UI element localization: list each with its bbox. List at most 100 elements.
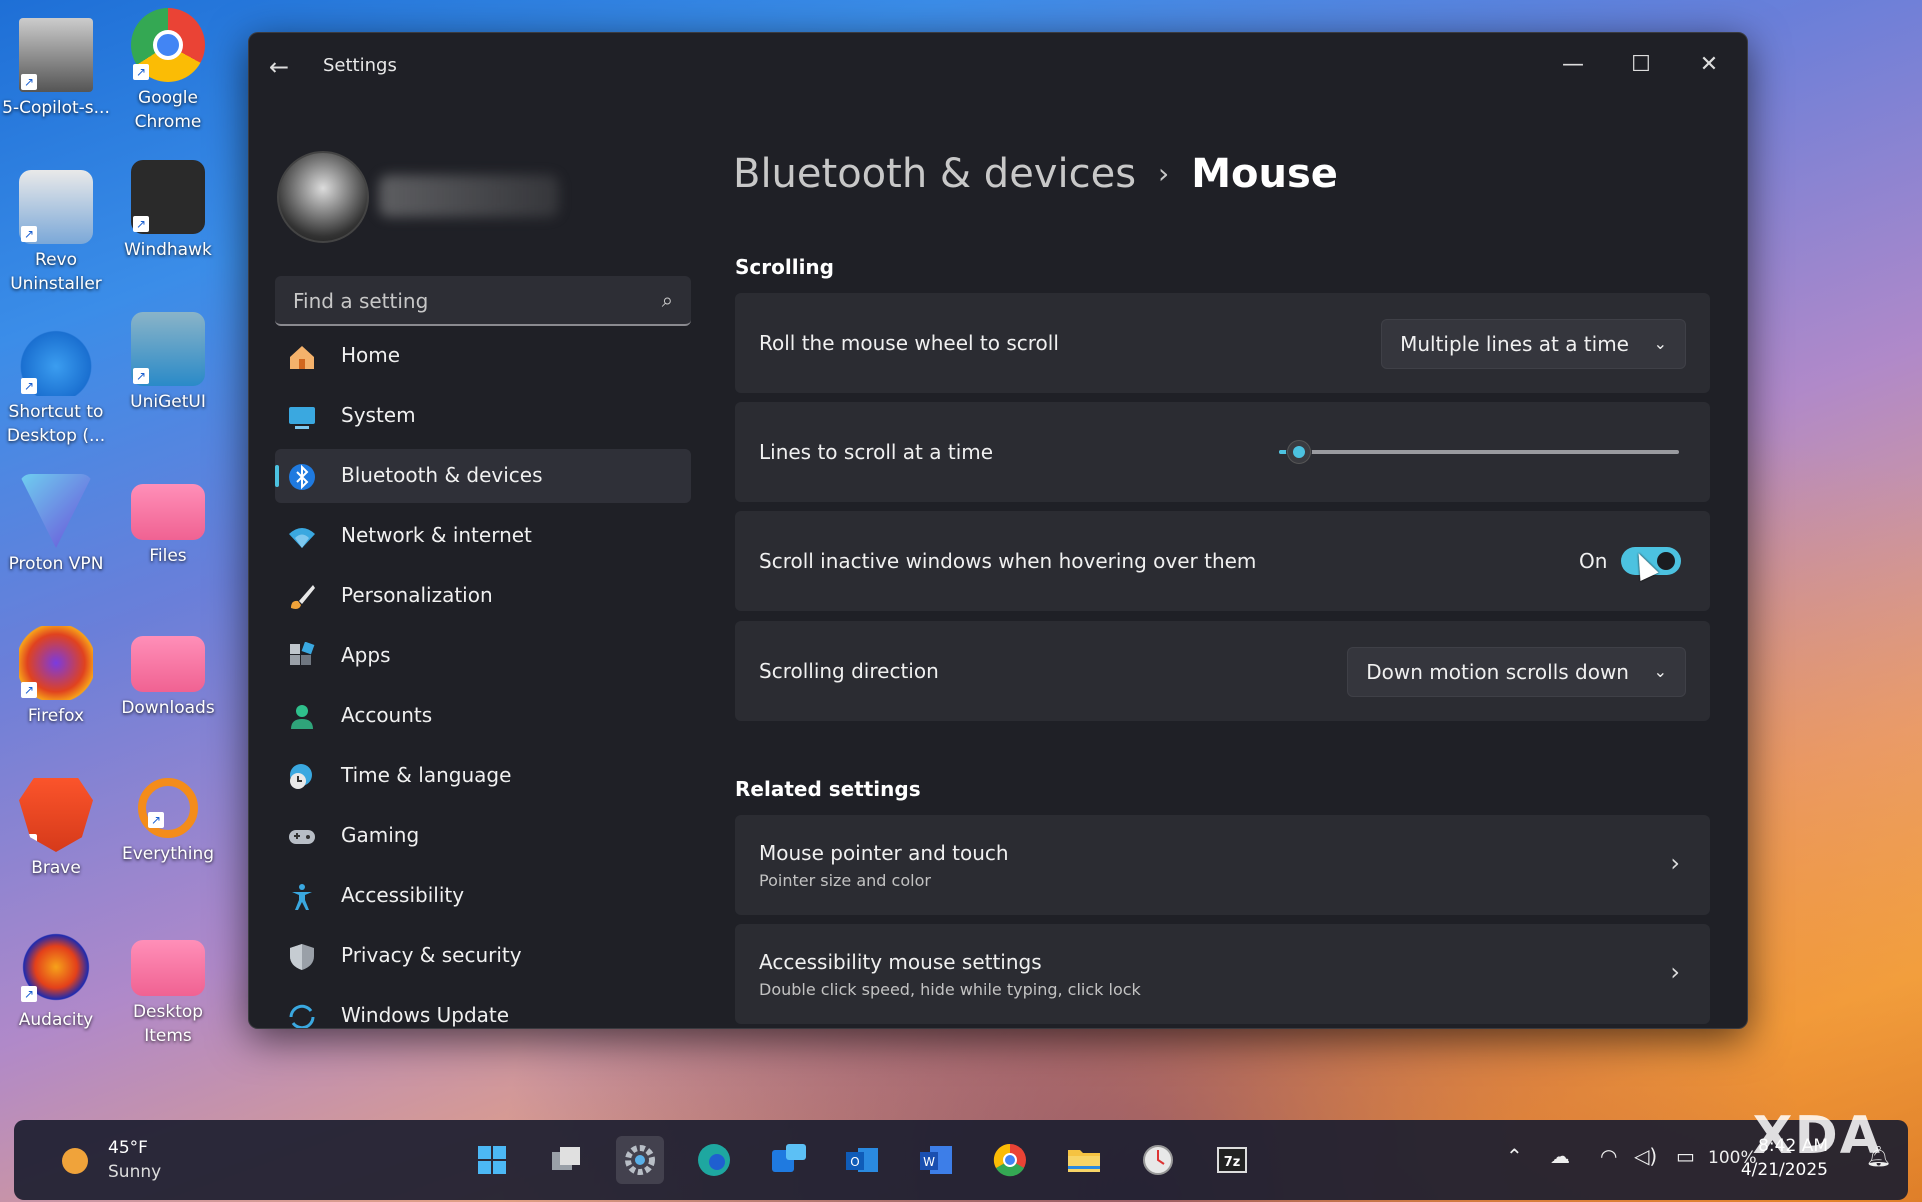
taskbar-outlook-new[interactable]	[764, 1136, 812, 1184]
outlook-new-icon	[772, 1144, 806, 1172]
sidebar-item-time-language[interactable]: Time & language	[275, 749, 691, 803]
arrow-left-icon[interactable]: ←	[269, 53, 289, 81]
desktop-icon-firefox[interactable]: ↗ Firefox	[0, 626, 112, 728]
lines-slider-thumb[interactable]	[1287, 440, 1311, 464]
taskbar-7zip[interactable]: 7z	[1208, 1136, 1256, 1184]
search-icon[interactable]: ⌕	[662, 288, 673, 312]
battery-icon[interactable]: ▭	[1676, 1144, 1695, 1168]
windows-logo-icon	[478, 1146, 506, 1174]
audacity-icon: ↗	[19, 930, 93, 1004]
start-button[interactable]	[468, 1136, 516, 1184]
monitor-icon	[289, 407, 315, 429]
chevron-right-icon: ›	[1670, 849, 1680, 877]
sidebar-item-personalization[interactable]: Personalization	[275, 569, 691, 623]
accessibility-icon	[292, 884, 312, 910]
chevron-right-icon: ›	[1670, 958, 1680, 986]
taskbar-settings-app[interactable]	[616, 1136, 664, 1184]
windhawk-eagle-icon: ↗	[131, 160, 205, 234]
page-title: Mouse	[1191, 151, 1338, 197]
desktop-icon-copilot[interactable]: ↗ 5-Copilot-s...	[0, 18, 112, 120]
desktop-icon-shortcut-desktop[interactable]: ↗ Shortcut to Desktop (...	[0, 322, 112, 448]
sidebar-item-home[interactable]: Home	[275, 329, 691, 383]
onedrive-cloud-icon[interactable]: ☁	[1550, 1144, 1570, 1168]
desktop-icon-downloads[interactable]: Downloads	[112, 626, 224, 720]
related-accessibility-mouse[interactable]: Accessibility mouse settings Double clic…	[735, 924, 1710, 1024]
wheel-scroll-dropdown[interactable]: Multiple lines at a time ⌄	[1381, 319, 1686, 369]
chevron-up-icon[interactable]: ⌃	[1506, 1144, 1523, 1168]
sidebar: ⌕ Home System Bluetooth & devices Networ…	[249, 103, 719, 1028]
settings-window: ← Settings — ☐ ✕ ⌕ Home System Bluetooth…	[248, 32, 1748, 1029]
svg-text:O: O	[850, 1155, 859, 1169]
weather-widget[interactable]: 45°F Sunny	[48, 1136, 208, 1186]
blurred-account-name	[379, 175, 559, 217]
xda-watermark: XDA	[1752, 1106, 1882, 1166]
lines-slider-track[interactable]	[1279, 450, 1679, 454]
desktop-icon-chrome[interactable]: ↗ Google Chrome	[112, 8, 224, 134]
setting-card-scroll-inactive: Scroll inactive windows when hovering ov…	[735, 511, 1710, 611]
desktop-icon-brave[interactable]: ↗ Brave	[0, 778, 112, 880]
close-icon[interactable]: ✕	[1681, 45, 1737, 85]
minimize-icon[interactable]: —	[1545, 45, 1601, 85]
desktop-icon-proton-vpn[interactable]: ↗ Proton VPN	[0, 474, 112, 576]
desktop-icon-files[interactable]: Files	[112, 474, 224, 568]
sidebar-item-privacy-security[interactable]: Privacy & security	[275, 929, 691, 983]
taskbar-outlook[interactable]: O	[838, 1136, 886, 1184]
sidebar-nav: Home System Bluetooth & devices Network …	[275, 329, 691, 1028]
clock-icon	[1143, 1145, 1173, 1175]
taskbar: 45°F Sunny O W 7z ⌃ ☁ ◠ ◁) ▭ 100% 8:42 A…	[14, 1120, 1908, 1200]
avatar[interactable]	[277, 151, 369, 243]
person-icon	[291, 705, 313, 729]
wifi-icon[interactable]: ◠	[1600, 1144, 1617, 1168]
edge-icon	[698, 1144, 730, 1176]
search-input[interactable]	[291, 276, 635, 326]
setting-card-lines-to-scroll: Lines to scroll at a time	[735, 402, 1710, 502]
taskbar-file-explorer[interactable]	[1060, 1136, 1108, 1184]
desktop-icon-everything[interactable]: ↗ Everything	[112, 778, 224, 866]
maximize-icon[interactable]: ☐	[1613, 45, 1669, 85]
taskbar-clock-app[interactable]	[1134, 1136, 1182, 1184]
search-box[interactable]: ⌕	[275, 276, 691, 326]
apps-icon	[290, 642, 315, 665]
taskbar-word[interactable]: W	[912, 1136, 960, 1184]
onedrive-cloud-icon: ↗	[19, 322, 93, 396]
breadcrumb: Bluetooth & devices › Mouse	[733, 151, 1338, 197]
setting-card-wheel-scroll: Roll the mouse wheel to scroll Multiple …	[735, 293, 1710, 393]
revo-uninstaller-icon: ↗	[19, 170, 93, 244]
sidebar-item-gaming[interactable]: Gaming	[275, 809, 691, 863]
proton-vpn-icon: ↗	[19, 474, 93, 548]
chevron-down-icon: ⌄	[1653, 662, 1667, 681]
sidebar-item-network-internet[interactable]: Network & internet	[275, 509, 691, 563]
desktop-icon-desktop-items[interactable]: Desktop Items	[112, 930, 224, 1048]
sidebar-item-windows-update[interactable]: Windows Update	[275, 989, 691, 1028]
toggle-state-label: On	[1579, 549, 1608, 573]
desktop-icon-audacity[interactable]: ↗ Audacity	[0, 930, 112, 1032]
sidebar-item-bluetooth-devices[interactable]: Bluetooth & devices	[275, 449, 691, 503]
scroll-direction-dropdown[interactable]: Down motion scrolls down ⌄	[1347, 647, 1686, 697]
svg-text:7z: 7z	[1224, 1155, 1241, 1170]
taskbar-chrome[interactable]	[986, 1136, 1034, 1184]
desktop-icon-revo[interactable]: ↗ Revo Uninstaller	[0, 170, 112, 296]
section-heading-related: Related settings	[735, 777, 921, 801]
sidebar-item-system[interactable]: System	[275, 389, 691, 443]
chrome-icon: ↗	[131, 8, 205, 82]
sidebar-item-apps[interactable]: Apps	[275, 629, 691, 683]
desktop-icon-unigetui[interactable]: ↗ UniGetUI	[112, 312, 224, 414]
related-mouse-pointer-touch[interactable]: Mouse pointer and touch Pointer size and…	[735, 815, 1710, 915]
brave-lion-icon: ↗	[19, 778, 93, 852]
breadcrumb-separator: ›	[1158, 157, 1170, 190]
sidebar-item-accessibility[interactable]: Accessibility	[275, 869, 691, 923]
gear-icon	[625, 1145, 655, 1175]
bluetooth-icon	[289, 464, 315, 490]
wifi-icon	[289, 528, 315, 548]
sidebar-item-accounts[interactable]: Accounts	[275, 689, 691, 743]
title-bar: ← Settings — ☐ ✕	[249, 33, 1747, 103]
word-icon: W	[920, 1146, 952, 1174]
breadcrumb-parent[interactable]: Bluetooth & devices	[733, 151, 1136, 197]
volume-icon[interactable]: ◁)	[1634, 1144, 1657, 1168]
taskbar-edge[interactable]	[690, 1136, 738, 1184]
content-pane: Bluetooth & devices › Mouse Scrolling Roll…	[719, 103, 1747, 1028]
task-view-button[interactable]	[542, 1136, 590, 1184]
clock-globe-icon	[290, 764, 312, 789]
unigetui-download-icon: ↗	[131, 312, 205, 386]
desktop-icon-windhawk[interactable]: ↗ Windhawk	[112, 160, 224, 262]
